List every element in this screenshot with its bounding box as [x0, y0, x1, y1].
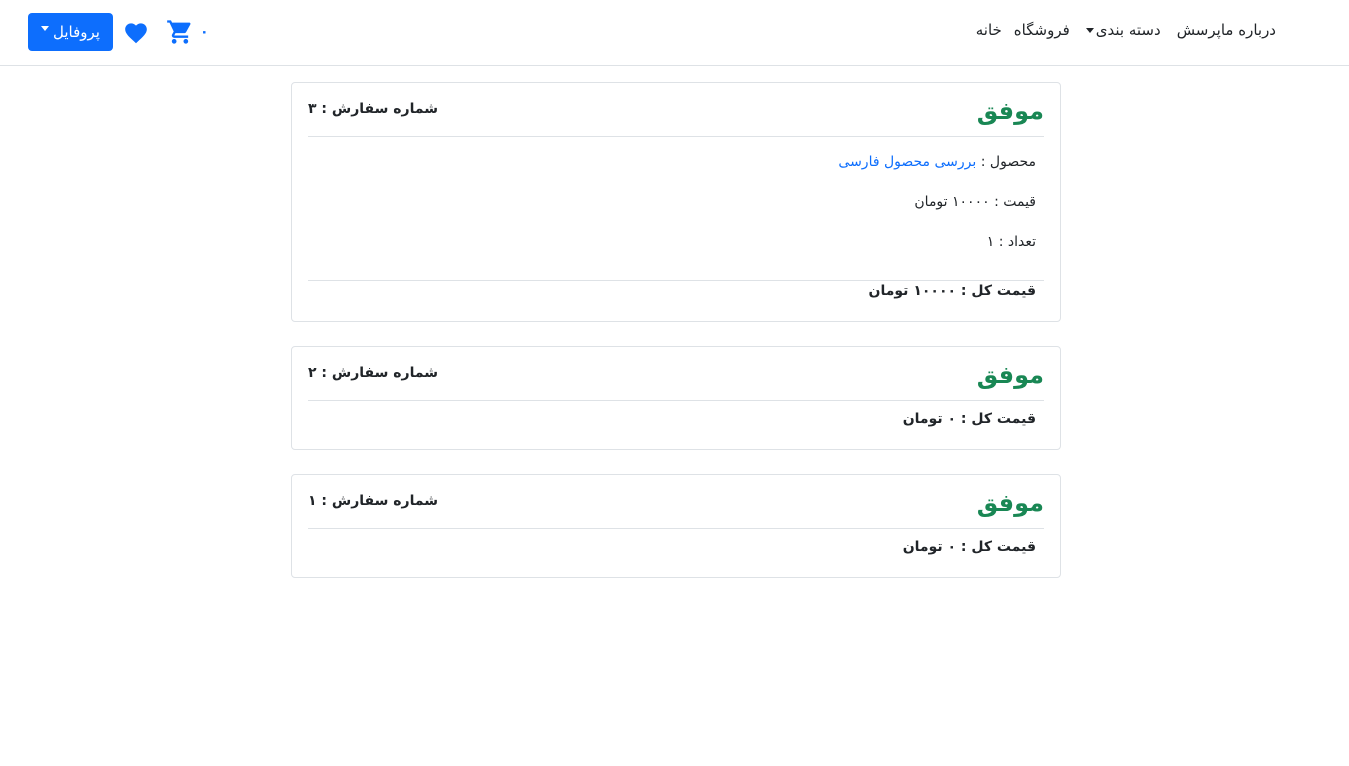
chevron-down-icon — [1085, 27, 1094, 33]
order-total: قیمت کل : ۱۰۰۰۰ تومان — [868, 283, 1036, 299]
order-product-row: محصول : بررسی محصول فارسی — [838, 151, 1036, 173]
nav-actions: پروفایل ۰ — [28, 13, 209, 51]
order-card: موفق شماره سفارش : ۳ محصول : بررسی محصول… — [291, 82, 1061, 322]
order-card: موفق شماره سفارش : ۱ قیمت کل : ۰ تومان — [291, 474, 1061, 578]
product-link[interactable]: بررسی محصول فارسی — [838, 154, 976, 170]
nav-item-categories[interactable]: دسته بندی — [1085, 18, 1161, 42]
order-total: قیمت کل : ۰ تومان — [902, 539, 1036, 555]
order-number: شماره سفارش : ۲ — [308, 365, 438, 381]
navbar: پروفایل ۰ خانه فروشگاه دسته بندی پرسش در… — [0, 0, 1349, 66]
nav-item-questions[interactable]: پرسش — [1177, 18, 1221, 42]
chevron-down-icon — [41, 25, 50, 31]
order-number: شماره سفارش : ۱ — [308, 493, 438, 509]
nav-item-home[interactable]: خانه — [976, 18, 1002, 42]
order-total: قیمت کل : ۰ تومان — [902, 411, 1036, 427]
order-quantity: تعداد : ۱ — [986, 234, 1036, 250]
order-price: قیمت : ۱۰۰۰۰ تومان — [914, 194, 1036, 210]
nav-links: خانه فروشگاه دسته بندی پرسش درباره ما — [960, 18, 1276, 42]
profile-dropdown-button[interactable]: پروفایل — [28, 13, 113, 51]
order-number: شماره سفارش : ۳ — [308, 101, 438, 117]
order-card-header: موفق شماره سفارش : ۳ — [308, 95, 1044, 137]
heart-icon[interactable] — [123, 20, 149, 44]
order-status: موفق — [976, 361, 1044, 389]
order-status: موفق — [976, 97, 1044, 125]
order-card: موفق شماره سفارش : ۲ قیمت کل : ۰ تومان — [291, 346, 1061, 450]
product-label: محصول : — [980, 154, 1036, 170]
profile-label: پروفایل — [53, 23, 100, 41]
cart-icon[interactable] — [166, 18, 194, 46]
order-card-header: موفق شماره سفارش : ۱ — [308, 487, 1044, 529]
cart-count-badge[interactable]: ۰ — [200, 20, 209, 44]
nav-item-categories-label: دسته بندی — [1095, 21, 1161, 39]
nav-item-about[interactable]: درباره ما — [1221, 18, 1276, 42]
nav-item-shop[interactable]: فروشگاه — [1014, 18, 1070, 42]
order-card-header: موفق شماره سفارش : ۲ — [308, 359, 1044, 401]
order-status: موفق — [976, 489, 1044, 517]
